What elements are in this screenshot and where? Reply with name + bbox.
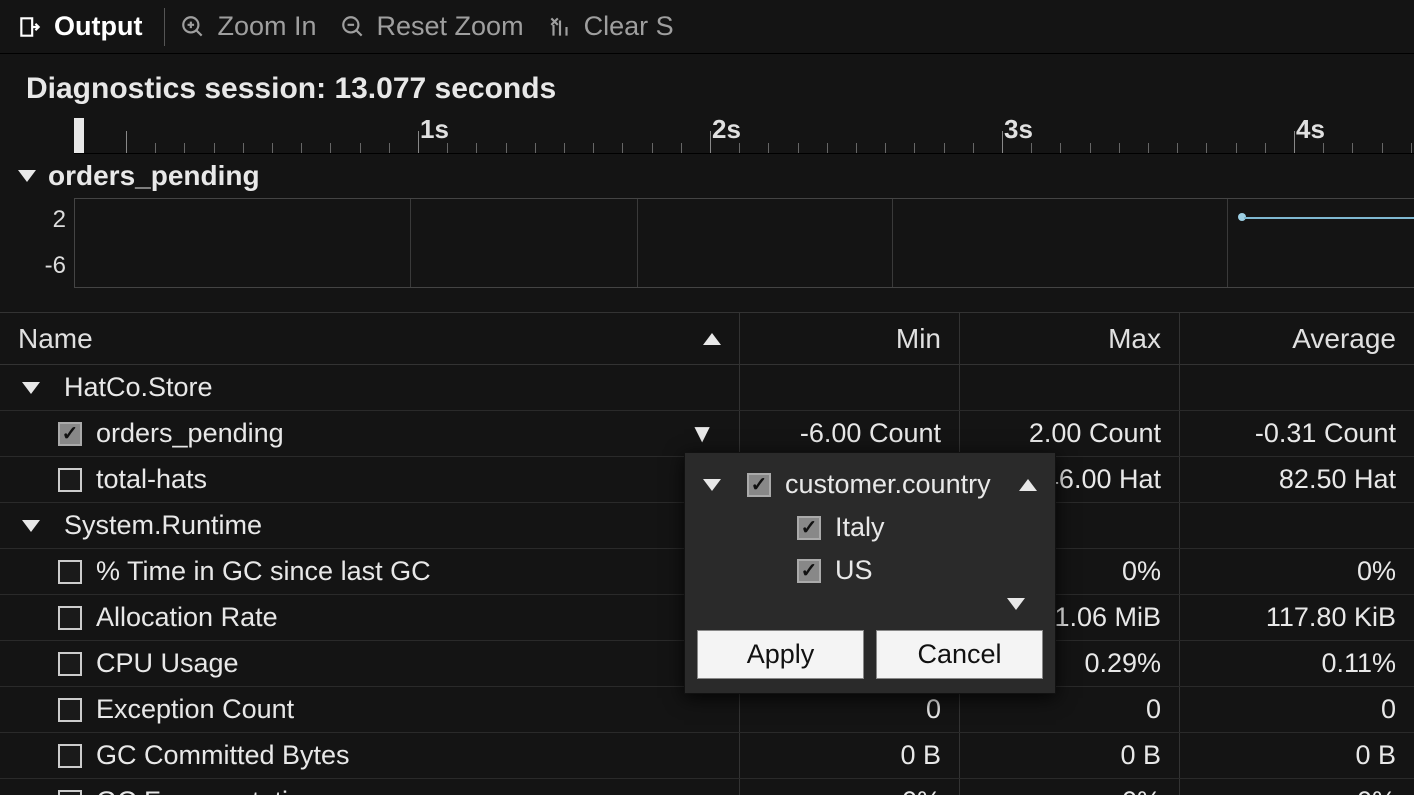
- reset-zoom-icon: [339, 13, 367, 41]
- counter-graph[interactable]: 2 -6: [0, 198, 1414, 288]
- cell-avg: 82.50 Hat: [1180, 457, 1414, 502]
- timeline-tick-label: 4s: [1296, 114, 1325, 145]
- toolbar-separator: [164, 8, 165, 46]
- timeline-tick-label: 3s: [1004, 114, 1033, 145]
- table-row[interactable]: GC Fragmentation 0% 0% 0%: [0, 779, 1414, 795]
- reset-zoom-label: Reset Zoom: [377, 11, 524, 42]
- metric-name: GC Committed Bytes: [96, 740, 350, 771]
- cell-avg: 0 B: [1180, 733, 1414, 778]
- cell-min: -6.00 Count: [740, 411, 960, 456]
- cell-avg: 0: [1180, 687, 1414, 732]
- metric-name: total-hats: [96, 464, 207, 495]
- metric-name: % Time in GC since last GC: [96, 556, 431, 587]
- zoom-in-button[interactable]: Zoom In: [179, 11, 316, 42]
- metric-name: Exception Count: [96, 694, 294, 725]
- metric-name: orders_pending: [96, 418, 284, 449]
- scroll-down-row: [697, 592, 1043, 616]
- y-low: -6: [45, 252, 66, 280]
- cell-avg: 117.80 KiB: [1180, 595, 1414, 640]
- table-header: Name Min Max Average: [0, 313, 1414, 365]
- col-avg[interactable]: Average: [1180, 313, 1414, 364]
- cell-max: 0%: [960, 779, 1180, 795]
- filter-option-row[interactable]: Italy: [697, 506, 1043, 549]
- group-row[interactable]: HatCo.Store: [0, 365, 1414, 411]
- collapse-icon: [703, 479, 721, 491]
- cell-min: 0 B: [740, 733, 960, 778]
- output-button[interactable]: Output: [16, 11, 142, 42]
- row-checkbox[interactable]: [58, 422, 82, 446]
- sort-asc-icon: [703, 333, 721, 345]
- cell-avg: 0%: [1180, 779, 1414, 795]
- clear-icon: [546, 13, 574, 41]
- scroll-down-icon[interactable]: [1007, 598, 1025, 610]
- metric-name: CPU Usage: [96, 648, 239, 679]
- filter-category-row[interactable]: customer.country: [697, 463, 1043, 506]
- filter-icon[interactable]: ▼: [689, 418, 715, 449]
- clear-label: Clear S: [584, 11, 674, 42]
- metric-name: Allocation Rate: [96, 602, 278, 633]
- filter-option-label: Italy: [835, 512, 885, 543]
- row-checkbox[interactable]: [58, 468, 82, 492]
- col-max[interactable]: Max: [960, 313, 1180, 364]
- output-label: Output: [54, 11, 142, 42]
- series-line: [1244, 217, 1414, 219]
- y-high: 2: [53, 206, 66, 234]
- row-checkbox[interactable]: [58, 652, 82, 676]
- timeline-tick-label: 2s: [712, 114, 741, 145]
- filter-option-checkbox[interactable]: [797, 559, 821, 583]
- row-checkbox[interactable]: [58, 560, 82, 584]
- cell-avg: 0.11%: [1180, 641, 1414, 686]
- zoom-in-label: Zoom In: [217, 11, 316, 42]
- row-checkbox[interactable]: [58, 744, 82, 768]
- timeline-cursor[interactable]: [74, 118, 84, 153]
- cell-min: 0%: [740, 779, 960, 795]
- row-checkbox[interactable]: [58, 790, 82, 795]
- timeline-tick-label: 1s: [420, 114, 449, 145]
- col-min[interactable]: Min: [740, 313, 960, 364]
- collapse-icon: [18, 170, 36, 182]
- output-icon: [16, 13, 44, 41]
- row-checkbox[interactable]: [58, 698, 82, 722]
- col-name[interactable]: Name: [0, 313, 740, 364]
- clear-button[interactable]: Clear S: [546, 11, 674, 42]
- cell-avg: 0%: [1180, 549, 1414, 594]
- filter-category-label: customer.country: [785, 469, 991, 500]
- group-name: HatCo.Store: [64, 372, 213, 403]
- counter-header[interactable]: orders_pending: [0, 154, 1414, 198]
- cell-max: 0 B: [960, 733, 1180, 778]
- filter-option-row[interactable]: US: [697, 549, 1043, 592]
- zoom-in-icon: [179, 13, 207, 41]
- y-axis: 2 -6: [0, 198, 74, 288]
- cell-avg: -0.31 Count: [1180, 411, 1414, 456]
- cell-max: 2.00 Count: [960, 411, 1180, 456]
- apply-button[interactable]: Apply: [697, 630, 864, 679]
- group-name: System.Runtime: [64, 510, 262, 541]
- collapse-icon: [22, 520, 40, 532]
- cancel-button[interactable]: Cancel: [876, 630, 1043, 679]
- filter-option-checkbox[interactable]: [797, 516, 821, 540]
- filter-option-label: US: [835, 555, 873, 586]
- counter-title: orders_pending: [48, 160, 260, 192]
- plot-area[interactable]: [74, 198, 1414, 288]
- scroll-up-icon[interactable]: [1019, 479, 1037, 491]
- filter-category-checkbox[interactable]: [747, 473, 771, 497]
- time-ruler[interactable]: 1s 2s 3s 4s: [74, 114, 1414, 154]
- collapse-icon: [22, 382, 40, 394]
- row-checkbox[interactable]: [58, 606, 82, 630]
- table-row[interactable]: GC Committed Bytes 0 B 0 B 0 B: [0, 733, 1414, 779]
- session-label: Diagnostics session: 13.077 seconds: [0, 54, 1414, 114]
- reset-zoom-button[interactable]: Reset Zoom: [339, 11, 524, 42]
- toolbar: Output Zoom In Reset Zoom Clear S: [0, 0, 1414, 54]
- table-row[interactable]: orders_pending ▼ -6.00 Count 2.00 Count …: [0, 411, 1414, 457]
- filter-popup: customer.country Italy US Apply Cancel: [684, 452, 1056, 694]
- metric-name: GC Fragmentation: [96, 786, 318, 795]
